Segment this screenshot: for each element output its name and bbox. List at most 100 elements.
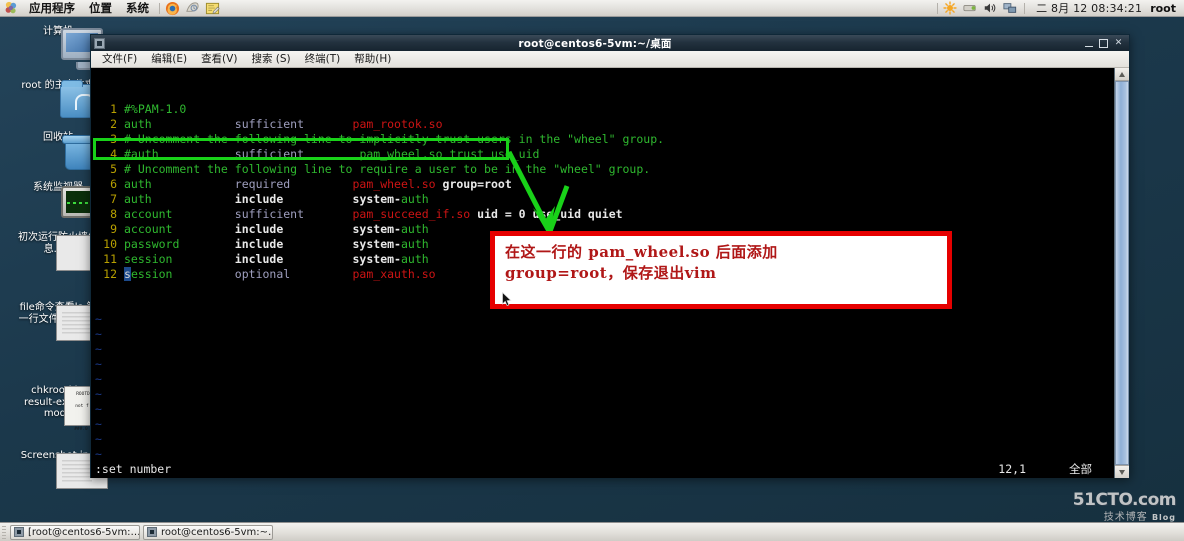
vim-empty-line: ~ [95, 417, 102, 431]
menu-file[interactable]: 文件(F) [95, 51, 144, 67]
terminal-scrollbar[interactable] [1114, 68, 1129, 478]
vim-empty-line: ~ [95, 342, 102, 356]
vim-token [290, 267, 352, 281]
vim-command: :set number [95, 462, 172, 476]
help-clock-icon[interactable] [185, 1, 201, 16]
desktop-icon-file-command-screenshot[interactable]: file命令查看ls-第一行文件类型.jpg [16, 302, 108, 341]
menu-edit[interactable]: 编辑(E) [144, 51, 194, 67]
vim-token: system- [352, 192, 401, 206]
vim-line-number: 1 [110, 102, 117, 116]
taskbar-item-0[interactable]: [root@centos6-5vm:… [10, 524, 140, 540]
vim-empty-line: ~ [95, 402, 102, 416]
vim-token: pam_succeed_if.so [352, 207, 471, 221]
vim-token: system- [352, 222, 401, 236]
gnome-foot-icon[interactable] [4, 1, 20, 16]
menu-applications[interactable]: 应用程序 [22, 0, 82, 16]
vim-line: 6 auth required pam_wheel.so group=root [91, 177, 1114, 192]
desktop-icon-screenshot[interactable]: Screenshot.jpg [16, 450, 108, 489]
desktop-icon-system-monitor[interactable]: 系统监视器 [16, 182, 103, 218]
vim-line-number: 12 [103, 267, 117, 281]
vim-line-number: 5 [110, 162, 117, 176]
vim-line-number: 7 [110, 192, 117, 206]
vim-token: ession [130, 267, 173, 281]
vim-token: auth [400, 252, 429, 266]
vim-token [172, 207, 234, 221]
desktop-icon-home-folder[interactable]: root 的主文件夹 [16, 80, 104, 118]
vim-empty-line: ~ [95, 447, 102, 461]
menu-places[interactable]: 位置 [82, 0, 119, 16]
maximize-icon[interactable] [1099, 38, 1108, 48]
menu-terminal[interactable]: 终端(T) [298, 51, 348, 67]
vim-line-number: 2 [110, 117, 117, 131]
desktop-icon-computer[interactable]: 计算机 [16, 26, 103, 70]
terminal-titlebar[interactable]: root@centos6-5vm:~/桌面 ✕ [91, 35, 1129, 51]
vim-token [304, 117, 352, 131]
taskbar-grip[interactable] [2, 525, 6, 539]
vim-line: 7 auth include system-auth [91, 192, 1114, 207]
vim-line: 8 account sufficient pam_succeed_if.so ui… [91, 207, 1114, 222]
top-panel: 应用程序 位置 系统 二 8月 12 08:34:21 root [0, 0, 1184, 17]
vim-token [304, 207, 352, 221]
vim-line-number: 6 [110, 177, 117, 191]
minimize-icon[interactable] [1085, 40, 1093, 47]
annotation-note: 在这一行的 pam_wheel.so 后面添加 group=root，保存退出v… [490, 231, 952, 309]
firefox-icon[interactable] [165, 1, 181, 16]
keyboard-icon[interactable] [963, 1, 979, 16]
taskbar-item-label: root@centos6-5vm:~… [161, 526, 273, 538]
tray-separator [937, 2, 939, 14]
vim-token: optional [234, 267, 291, 281]
mouse-cursor-icon [502, 292, 512, 307]
brightness-icon[interactable] [943, 0, 959, 16]
green-highlight-box [93, 138, 509, 160]
vim-empty-line: ~ [95, 327, 102, 341]
scrollbar-thumb[interactable] [1115, 81, 1129, 465]
vim-line-number: 10 [103, 237, 117, 251]
desktop-icon-firewall-screenshot[interactable]: 初次运行防火墙信息.jpg [16, 232, 108, 271]
desktop-icon-trash[interactable]: 回收站 [16, 132, 104, 170]
vim-token [172, 252, 234, 266]
taskbar-item-1[interactable]: root@centos6-5vm:~… [143, 524, 273, 540]
vim-token: account [124, 207, 173, 221]
user-menu[interactable]: root [1150, 2, 1184, 15]
network-icon[interactable] [1003, 1, 1019, 16]
vim-empty-line: ~ [95, 372, 102, 386]
vim-token: auth [124, 177, 152, 191]
desktop-icon-chkrootkit-result[interactable]: ROOTD not f ###.0 chkrootkit-result-exper… [16, 385, 100, 431]
menu-help[interactable]: 帮助(H) [347, 51, 398, 67]
menu-view[interactable]: 查看(V) [194, 51, 244, 67]
vim-token: include [234, 252, 284, 266]
vim-empty-line: ~ [95, 312, 102, 326]
vim-token [172, 267, 234, 281]
vim-token [436, 177, 443, 191]
watermark-line2: 技术博客 Blog [1073, 508, 1176, 523]
vim-token [283, 192, 352, 206]
vim-token: system- [352, 237, 401, 251]
vim-empty-line: ~ [95, 387, 102, 401]
volume-icon[interactable] [983, 1, 999, 16]
scroll-down-button[interactable] [1115, 465, 1129, 478]
clock[interactable]: 二 8月 12 08:34:21 [1028, 0, 1150, 16]
vim-token: required [234, 177, 291, 191]
vim-token [152, 192, 235, 206]
vim-token: auth [124, 117, 152, 131]
terminal-window-icon [94, 37, 105, 49]
vim-token: pam_rootok.so [352, 117, 443, 131]
terminal-icon [14, 527, 24, 537]
desktop-screen: 应用程序 位置 系统 二 8月 12 08:34:21 root 计算机 roo… [0, 0, 1184, 541]
vim-token: include [234, 222, 284, 236]
menu-search[interactable]: 搜索 (S) [244, 51, 297, 67]
scroll-up-button[interactable] [1115, 68, 1129, 81]
vim-token [283, 237, 352, 251]
vim-token [172, 222, 234, 236]
menu-system[interactable]: 系统 [119, 0, 156, 16]
vim-token: system- [352, 252, 401, 266]
close-icon[interactable]: ✕ [1114, 38, 1123, 48]
vim-token: auth [400, 222, 429, 236]
vim-empty-line: ~ [95, 432, 102, 446]
annotation-note-text: 在这一行的 pam_wheel.so 后面添加 group=root，保存退出v… [505, 243, 778, 282]
vim-token: include [234, 237, 284, 251]
vim-line-number: 11 [103, 252, 117, 266]
watermark-line1: 51CTO.com [1072, 490, 1177, 510]
vim-token: auth [400, 237, 429, 251]
text-editor-icon[interactable] [205, 1, 221, 16]
